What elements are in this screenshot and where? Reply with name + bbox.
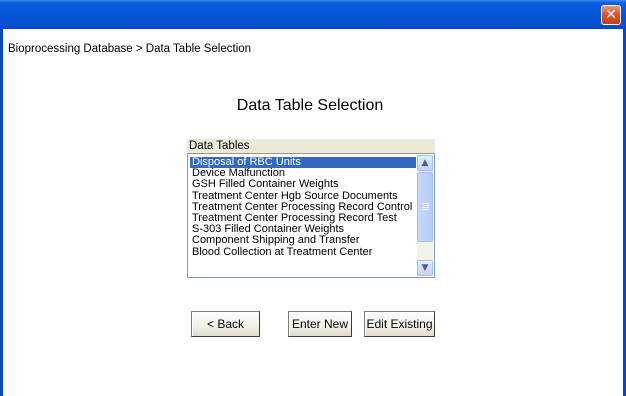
edit-existing-button[interactable]: Edit Existing bbox=[364, 311, 435, 337]
list-item[interactable]: GSH Filled Container Weights bbox=[190, 179, 416, 190]
list-item[interactable]: Treatment Center Hgb Source Documents bbox=[190, 191, 416, 202]
vertical-scrollbar[interactable]: ▲ ▼ bbox=[417, 155, 433, 276]
close-icon[interactable]: ✕ bbox=[601, 5, 621, 25]
app-window: ✕ Bioprocessing Database > Data Table Se… bbox=[0, 0, 626, 396]
list-item[interactable]: Device Malfunction bbox=[190, 168, 416, 179]
scroll-down-arrow-icon[interactable]: ▼ bbox=[417, 260, 433, 276]
back-button[interactable]: < Back bbox=[191, 311, 260, 337]
list-item[interactable]: Treatment Center Processing Record Contr… bbox=[190, 202, 416, 213]
list-items: Disposal of RBC Units Device Malfunction… bbox=[190, 157, 416, 258]
data-tables-listbox[interactable]: Disposal of RBC Units Device Malfunction… bbox=[187, 153, 435, 278]
list-item[interactable]: S-303 Filled Container Weights bbox=[190, 224, 416, 235]
scroll-up-arrow-icon[interactable]: ▲ bbox=[417, 155, 433, 171]
scrollbar-thumb[interactable] bbox=[417, 172, 433, 242]
title-bar[interactable]: ✕ bbox=[0, 0, 626, 29]
list-item[interactable]: Disposal of RBC Units bbox=[190, 157, 416, 169]
grip-icon bbox=[422, 203, 429, 210]
breadcrumb: Bioprocessing Database > Data Table Sele… bbox=[8, 43, 252, 55]
list-item[interactable]: Blood Collection at Treatment Center bbox=[190, 247, 416, 258]
window-frame-left bbox=[0, 29, 3, 396]
data-tables-label: Data Tables bbox=[187, 139, 435, 153]
page-title: Data Table Selection bbox=[236, 97, 384, 114]
enter-new-button[interactable]: Enter New bbox=[288, 311, 352, 337]
list-item[interactable]: Treatment Center Processing Record Test bbox=[190, 213, 416, 224]
list-item[interactable]: Component Shipping and Transfer bbox=[190, 235, 416, 246]
